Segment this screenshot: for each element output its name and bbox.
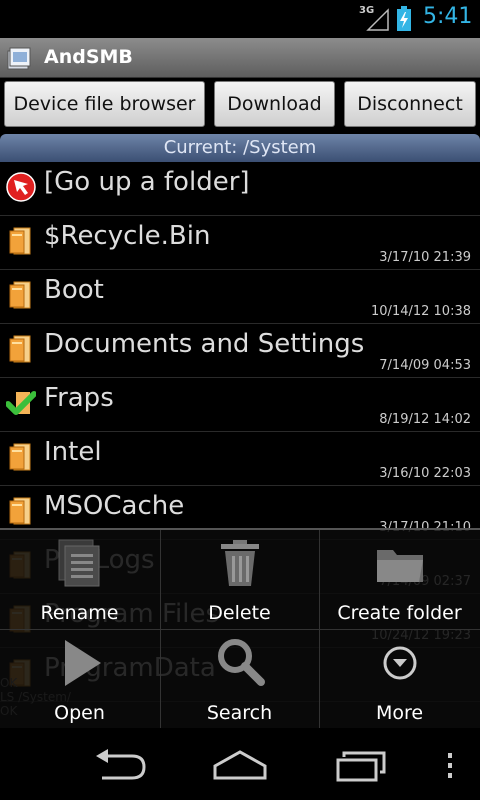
- menu-label: Create folder: [337, 602, 462, 624]
- more-icon: [383, 646, 416, 680]
- go-up-icon: [6, 172, 36, 202]
- file-name: $Recycle.Bin: [44, 221, 211, 251]
- menu-open[interactable]: Open: [0, 630, 159, 729]
- status-bar: 3G 5:41: [0, 0, 480, 38]
- file-row[interactable]: Intel 3/16/10 22:03: [0, 432, 480, 486]
- file-name: [Go up a folder]: [44, 167, 250, 197]
- folder-icon: [9, 227, 31, 255]
- toolbar: Device file browser Download Disconnect: [0, 78, 480, 132]
- folder-icon: [9, 335, 31, 363]
- folder-icon: [376, 550, 423, 582]
- disconnect-button[interactable]: Disconnect: [344, 81, 476, 127]
- menu-label: More: [375, 702, 424, 724]
- menu-label: Open: [54, 702, 105, 724]
- menu-create-folder[interactable]: Create folder: [320, 530, 479, 629]
- app-title-bar: AndSMB: [0, 38, 480, 78]
- app-title: AndSMB: [44, 46, 133, 68]
- file-name: Intel: [44, 437, 102, 467]
- play-icon: [64, 640, 101, 686]
- menu-delete[interactable]: Delete: [160, 530, 319, 629]
- file-date: 3/16/10 22:03: [379, 466, 471, 481]
- recents-icon[interactable]: [334, 748, 390, 782]
- file-date: 8/19/12 14:02: [379, 412, 471, 427]
- rename-icon: [58, 539, 99, 587]
- clock: 5:41: [423, 4, 473, 29]
- file-date: 10/14/12 10:38: [371, 304, 471, 319]
- file-row[interactable]: [Go up a folder]: [0, 162, 480, 216]
- file-name: MSOCache: [44, 491, 185, 521]
- menu-more[interactable]: More: [320, 630, 479, 729]
- overflow-icon[interactable]: [443, 752, 457, 780]
- file-name: Documents and Settings: [44, 329, 365, 359]
- search-icon: [217, 639, 265, 686]
- app-icon: [7, 47, 31, 70]
- menu-label: Search: [206, 702, 273, 724]
- menu-label: Rename: [40, 602, 119, 624]
- options-menu: Rename Delete Create folder Open Search: [0, 528, 480, 730]
- device-file-browser-button[interactable]: Device file browser: [4, 81, 205, 127]
- folder-icon: [9, 497, 31, 525]
- trash-icon: [220, 540, 259, 586]
- folder-icon: [9, 281, 31, 309]
- file-row[interactable]: Boot 10/14/12 10:38: [0, 270, 480, 324]
- file-row[interactable]: Fraps 8/19/12 14:02: [0, 378, 480, 432]
- home-icon[interactable]: [212, 748, 268, 782]
- file-date: 7/14/09 04:53: [379, 358, 471, 373]
- signal-icon: [366, 8, 389, 31]
- menu-search[interactable]: Search: [160, 630, 319, 729]
- file-row[interactable]: Documents and Settings 7/14/09 04:53: [0, 324, 480, 378]
- menu-rename[interactable]: Rename: [0, 530, 159, 629]
- menu-label: Delete: [208, 602, 271, 624]
- download-button[interactable]: Download: [214, 81, 335, 127]
- nav-bar: [0, 728, 480, 800]
- file-name: Fraps: [44, 383, 114, 413]
- back-icon[interactable]: [92, 748, 148, 782]
- file-row[interactable]: $Recycle.Bin 3/17/10 21:39: [0, 216, 480, 270]
- checked-folder-icon: [6, 391, 36, 415]
- folder-icon: [9, 443, 31, 471]
- battery-icon: [397, 6, 411, 31]
- file-name: Boot: [44, 275, 104, 305]
- current-path-header: Current: /System: [0, 134, 480, 162]
- file-date: 3/17/10 21:39: [379, 250, 471, 265]
